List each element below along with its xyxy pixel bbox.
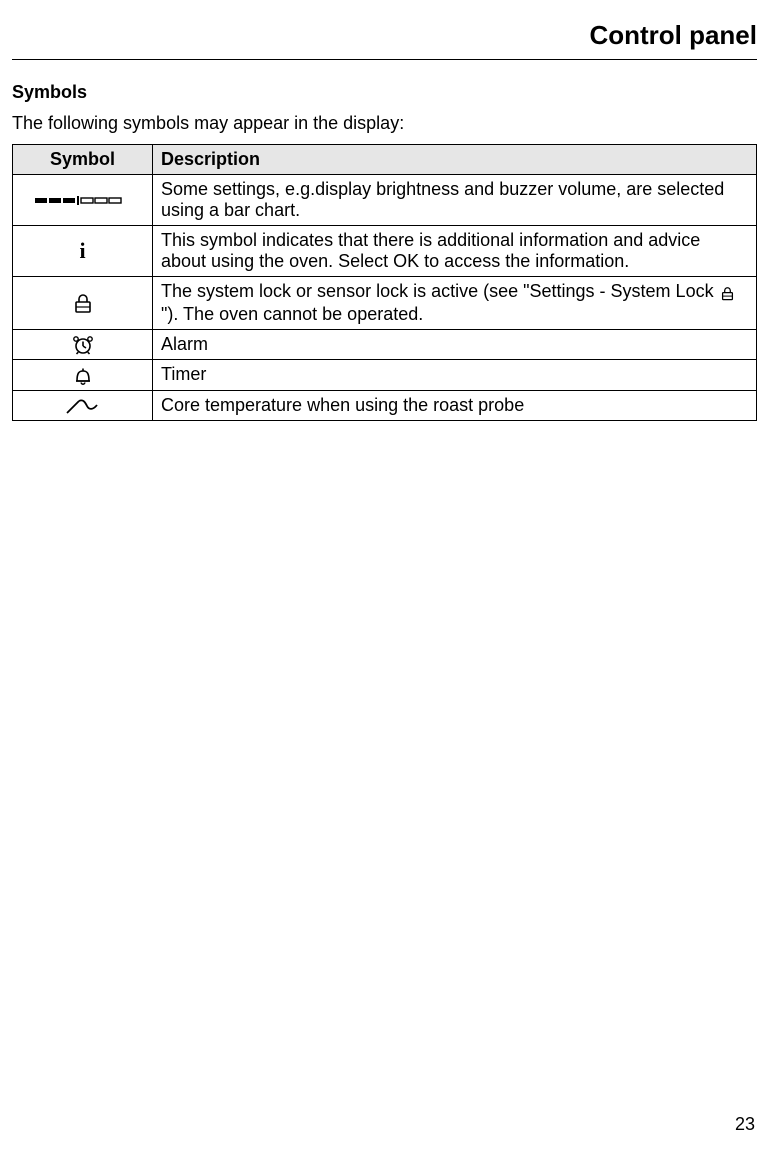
lock-icon — [721, 283, 734, 304]
table-row: Core temperature when using the roast pr… — [13, 390, 757, 420]
page-title: Control panel — [12, 20, 757, 60]
desc-cell: The system lock or sensor lock is active… — [153, 277, 757, 330]
desc-post: "). The oven cannot be operated. — [161, 304, 423, 324]
desc-pre: The system lock or sensor lock is active… — [161, 281, 719, 301]
bar-chart-icon — [35, 190, 131, 210]
symbols-table: Symbol Description Som — [12, 144, 757, 421]
desc-cell: Some settings, e.g.display brightness an… — [153, 175, 757, 226]
probe-icon — [65, 395, 101, 415]
desc-cell: This symbol indicates that there is addi… — [153, 226, 757, 277]
table-row: Alarm — [13, 330, 757, 360]
desc-cell: Timer — [153, 360, 757, 390]
intro-text: The following symbols may appear in the … — [12, 113, 757, 134]
section-heading: Symbols — [12, 82, 757, 103]
timer-icon — [73, 364, 93, 384]
lock-icon — [74, 292, 92, 312]
page-number: 23 — [735, 1114, 755, 1135]
col-header-description: Description — [153, 145, 757, 175]
info-icon: i — [79, 238, 85, 263]
alarm-icon — [72, 334, 94, 354]
table-row: Some settings, e.g.display brightness an… — [13, 175, 757, 226]
table-row: i This symbol indicates that there is ad… — [13, 226, 757, 277]
desc-cell: Alarm — [153, 330, 757, 360]
desc-cell: Core temperature when using the roast pr… — [153, 390, 757, 420]
table-row: The system lock or sensor lock is active… — [13, 277, 757, 330]
col-header-symbol: Symbol — [13, 145, 153, 175]
table-row: Timer — [13, 360, 757, 390]
